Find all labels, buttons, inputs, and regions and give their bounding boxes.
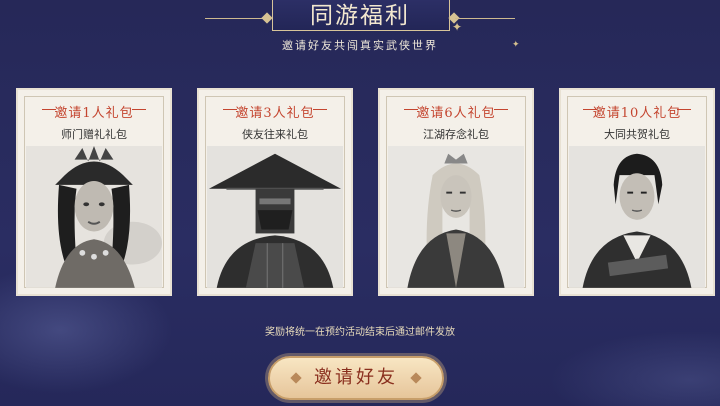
character-portrait-woman [26,146,162,288]
card-title: 邀请6人礼包 [416,106,496,121]
invite-button-label: 邀请好友 [314,367,398,388]
reward-card-3[interactable]: 邀请3人礼包 侠友往来礼包 [197,88,353,296]
butterfly-icon: ✦ [512,40,520,50]
invite-friends-button[interactable]: 邀请好友 [268,356,444,400]
character-portrait-long-haired-man [388,146,524,288]
title-divider-right [455,18,515,19]
diamond-icon [261,12,273,24]
page-title: 同游福利 [310,3,410,29]
card-subtitle: 师门赠礼礼包 [61,128,127,141]
page-subtitle: 邀请好友共闯真实武侠世界 [282,39,438,52]
card-title: 邀请10人礼包 [592,106,682,121]
card-title-deco [494,109,508,110]
diamond-icon [410,372,422,384]
reward-note: 奖励将统一在预约活动结束后通过邮件发放 [265,327,455,338]
reward-card-1[interactable]: 邀请1人礼包 师门赠礼礼包 [16,88,172,296]
card-title-deco [677,109,691,110]
card-subtitle: 江湖存念礼包 [423,128,489,141]
card-subtitle: 大同共贺礼包 [604,128,670,141]
card-title: 邀请3人礼包 [235,106,315,121]
butterfly-icon: ✦ [452,20,463,34]
reward-card-10[interactable]: 邀请10人礼包 大同共贺礼包 [559,88,715,296]
card-title: 邀请1人礼包 [54,106,134,121]
character-portrait-masked-swordsman [207,146,343,288]
card-title-deco [132,109,146,110]
diamond-icon [290,372,302,384]
header: 同游福利 邀请好友共闯真实武侠世界 [0,0,720,60]
character-portrait-young-swordsman [569,146,705,288]
card-subtitle: 侠友往来礼包 [242,128,308,141]
title-divider-left [205,18,265,19]
card-title-deco [313,109,327,110]
reward-card-6[interactable]: 邀请6人礼包 江湖存念礼包 [378,88,534,296]
